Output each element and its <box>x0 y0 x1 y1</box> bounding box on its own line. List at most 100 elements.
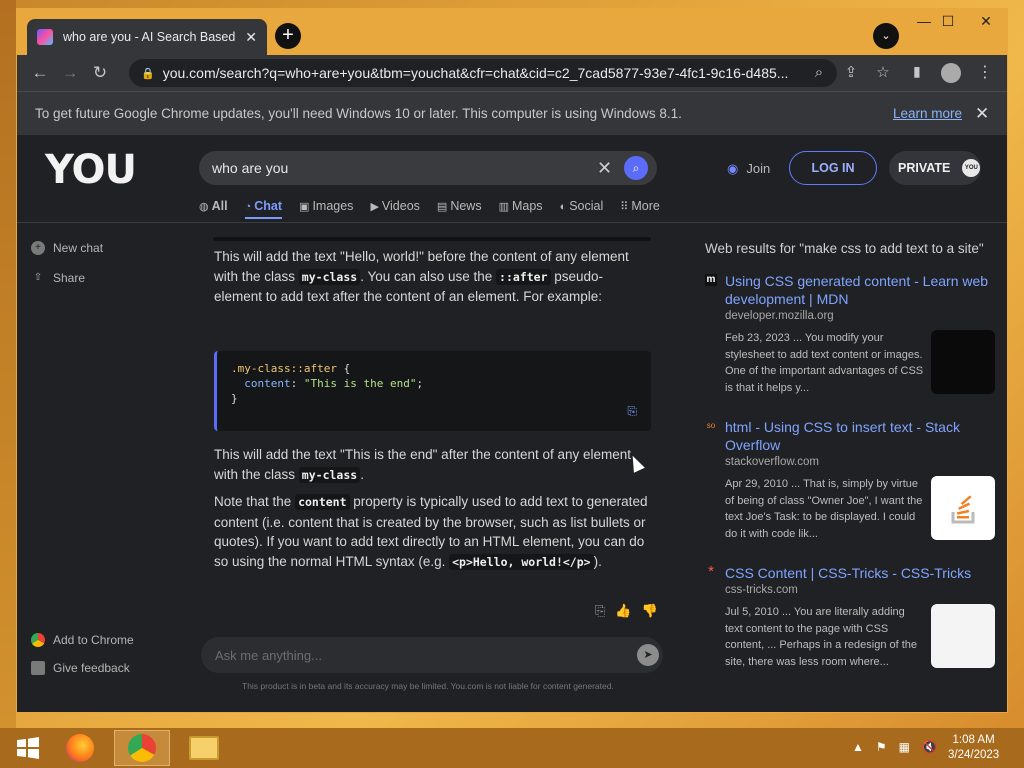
you-favicon-icon <box>37 29 53 45</box>
inline-code: my-class <box>298 466 361 483</box>
copy-answer-icon[interactable]: ⎘ <box>595 603 605 619</box>
inline-code: content <box>295 494 350 510</box>
clear-search-icon[interactable]: ✕ <box>597 158 612 179</box>
clock-date: 3/24/2023 <box>948 749 1000 761</box>
result-link[interactable]: Using CSS generated content - Learn web … <box>725 272 993 308</box>
chrome-window: who are you - AI Search Based C ✕ + ⌄ — … <box>16 8 1008 713</box>
chrome-icon <box>31 633 45 647</box>
web-result: * CSS Content | CSS-Tricks - CSS-Tricks … <box>705 564 997 710</box>
ask-input[interactable]: Ask me anything... ➤ <box>201 637 663 673</box>
web-results: Web results for "make css to add text to… <box>705 241 997 710</box>
maps-icon: ▥ <box>498 201 509 213</box>
inline-code: <p>Hello, world!</p> <box>449 553 594 570</box>
tab-news[interactable]: ▤ News <box>437 199 482 219</box>
result-domain: developer.mozilla.org <box>725 310 834 322</box>
result-link[interactable]: html - Using CSS to insert text - Stack … <box>725 418 993 454</box>
join-label: Join <box>746 161 771 176</box>
give-feedback-link[interactable]: Give feedback <box>31 661 130 675</box>
copy-code-icon[interactable]: ⎘ <box>627 404 637 419</box>
discord-join-button[interactable]: ◉ Join <box>727 161 770 177</box>
tab-strip: who are you - AI Search Based C ✕ + ⌄ — … <box>17 9 1007 55</box>
chrome-taskbar-icon[interactable] <box>114 730 170 766</box>
back-icon[interactable]: ← <box>25 63 55 83</box>
browser-tab[interactable]: who are you - AI Search Based C ✕ <box>27 19 267 55</box>
code-block-end <box>213 237 651 241</box>
videos-icon: ▶ <box>370 201 379 213</box>
tab-title: who are you - AI Search Based C <box>63 30 239 44</box>
browser-toolbar: ← → ↻ 🔒 you.com/search?q=who+are+you&tbm… <box>17 55 1007 91</box>
tab-social[interactable]: ◐ Social <box>560 199 604 219</box>
private-mode-button[interactable]: PRIVATE YOU <box>889 151 981 185</box>
page-content: YOU who are you ✕ ⌕ ◉ Join LOG IN PRIVATE… <box>17 135 1007 712</box>
add-to-chrome-link[interactable]: Add to Chrome <box>31 633 134 647</box>
tab-all[interactable]: ◍ All <box>199 199 228 219</box>
windows-start-icon[interactable] <box>0 730 56 766</box>
address-bar[interactable]: 🔒 you.com/search?q=who+are+you&tbm=youch… <box>129 59 837 87</box>
you-badge-icon: YOU <box>962 159 981 177</box>
share-button[interactable]: ⇧ Share <box>31 271 85 285</box>
volume-mute-icon[interactable]: 🔇 <box>922 740 937 754</box>
file-explorer-icon[interactable] <box>176 730 232 766</box>
network-icon[interactable]: ▦ <box>899 740 910 754</box>
url-text: you.com/search?q=who+are+you&tbm=youchat… <box>162 65 789 81</box>
forward-icon[interactable]: → <box>55 63 85 83</box>
all-icon: ◍ <box>199 201 209 213</box>
feedback-icon <box>31 661 45 675</box>
close-tab-icon[interactable]: ✕ <box>245 29 257 46</box>
menu-kebab-icon[interactable]: ⋮ <box>977 62 993 82</box>
tab-videos[interactable]: ▶ Videos <box>370 199 419 219</box>
profile-avatar-icon[interactable] <box>941 63 961 83</box>
mdn-favicon-icon: m <box>705 274 717 286</box>
discord-icon: ◉ <box>727 161 739 176</box>
tab-search-button[interactable]: ⌄ <box>873 23 899 49</box>
answer-actions: ⎘ 👍 👎 <box>595 603 658 619</box>
result-thumbnail[interactable] <box>931 330 995 394</box>
side-panel-icon[interactable]: ▮ <box>913 63 921 80</box>
plus-icon: + <box>31 241 45 255</box>
inline-code: ::after <box>496 268 551 285</box>
windows-taskbar: ▲ ⚑ ▦ 🔇 1:08 AM 3/24/2023 <box>0 728 1024 768</box>
tab-images[interactable]: ▣ Images <box>299 199 353 219</box>
thumbs-up-icon[interactable]: 👍 <box>615 603 631 619</box>
tab-maps[interactable]: ▥ Maps <box>499 199 543 219</box>
share-icon[interactable]: ⇪ <box>839 59 863 87</box>
news-icon: ▤ <box>436 201 448 213</box>
you-logo[interactable]: YOU <box>45 147 137 193</box>
bookmark-star-icon[interactable]: ☆ <box>871 59 895 87</box>
zoom-icon[interactable]: ⌕ <box>807 59 831 87</box>
result-snippet: Feb 23, 2023 ... You modify your stylesh… <box>725 332 924 395</box>
search-icon[interactable]: ⌕ <box>624 156 648 180</box>
login-button[interactable]: LOG IN <box>789 151 877 185</box>
web-results-heading: Web results for "make css to add text to… <box>705 241 984 256</box>
send-icon[interactable]: ➤ <box>637 644 659 666</box>
new-chat-button[interactable]: + New chat <box>31 241 103 255</box>
lock-icon: 🔒 <box>141 67 155 80</box>
result-thumbnail[interactable] <box>931 604 995 668</box>
learn-more-link[interactable]: Learn more <box>893 106 962 121</box>
result-domain: stackoverflow.com <box>725 456 819 468</box>
close-window-button[interactable]: ✕ <box>971 13 1001 30</box>
result-link[interactable]: CSS Content | CSS-Tricks - CSS-Tricks <box>725 564 993 582</box>
tab-chat[interactable]: ◔ Chat <box>244 199 283 219</box>
beta-disclaimer: This product is in beta and its accuracy… <box>242 681 614 691</box>
maximize-button[interactable]: ☐ <box>933 13 963 30</box>
new-tab-button[interactable]: + <box>275 23 301 49</box>
result-thumbnail[interactable] <box>931 476 995 540</box>
result-snippet: Apr 29, 2010 ... That is, simply by virt… <box>725 478 923 541</box>
flag-icon[interactable]: ⚑ <box>876 740 887 754</box>
close-infobar-icon[interactable]: ✕ <box>975 104 989 124</box>
clock-time: 1:08 AM <box>952 734 995 746</box>
tab-more[interactable]: ⠿ More <box>620 199 660 219</box>
search-query: who are you <box>212 160 289 176</box>
thumbs-down-icon[interactable]: 👎 <box>642 603 658 619</box>
answer-paragraph-1: This will add the text "Hello, world!" b… <box>214 249 629 304</box>
code-block: .my-class::after { content: "This is the… <box>214 351 651 431</box>
update-infobar: To get future Google Chrome updates, you… <box>17 91 1007 135</box>
firefox-icon[interactable] <box>52 730 108 766</box>
tray-overflow-icon[interactable]: ▲ <box>852 740 864 754</box>
search-input[interactable]: who are you ✕ ⌕ <box>199 151 657 185</box>
ask-placeholder: Ask me anything... <box>215 647 322 663</box>
reload-icon[interactable]: ↻ <box>85 63 115 83</box>
web-result: so html - Using CSS to insert text - Sta… <box>705 418 997 564</box>
taskbar-clock[interactable]: 1:08 AM 3/24/2023 <box>948 733 999 763</box>
